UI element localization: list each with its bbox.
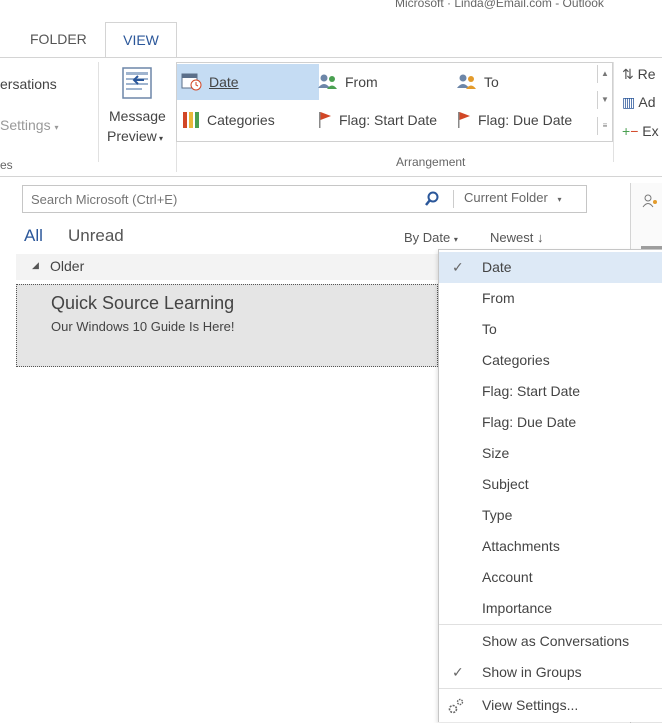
ribbon-divider	[98, 62, 99, 162]
conversation-settings-label: Settings	[0, 117, 51, 133]
filter-all[interactable]: All	[24, 226, 43, 246]
menu-item-size[interactable]: Size	[439, 438, 662, 469]
ribbon-divider	[176, 142, 177, 172]
chevron-down-icon: ▾	[54, 123, 59, 132]
search-icon[interactable]	[424, 191, 440, 207]
expand-collapse-icon: +	[622, 123, 631, 139]
calendar-icon	[181, 73, 202, 91]
arrange-by-menu: ✓ Date From To Categories Flag: Start Da…	[438, 249, 662, 722]
categories-icon	[183, 112, 199, 128]
search-input[interactable]	[29, 189, 413, 209]
expand-collapse-button[interactable]: +− Ex	[622, 123, 659, 139]
add-columns-label: Ad	[638, 94, 656, 110]
search-scope-dropdown[interactable]: Current Folder ▾	[464, 190, 561, 205]
arrangement-gallery: Date From To Categories Flag: Start Date	[176, 62, 613, 142]
arrow-down-icon: ↓	[536, 230, 544, 245]
reverse-sort-button[interactable]: ⇅ Re	[622, 66, 656, 83]
menu-item-view-settings[interactable]: View Settings...	[439, 690, 662, 721]
list-item[interactable]: Quick Source Learning Our Windows 10 Gui…	[16, 284, 438, 367]
expand-collapse-label: Ex	[642, 123, 659, 139]
message-preview-label-1: Message	[109, 108, 166, 124]
menu-item-to[interactable]: To	[439, 314, 662, 345]
arrangement-from[interactable]: From	[313, 64, 382, 100]
mail-subject: Our Windows 10 Guide Is Here!	[51, 319, 235, 334]
chevron-down-icon: ▾	[557, 195, 562, 204]
message-preview-icon	[122, 67, 152, 99]
chevron-down-icon: ▾	[156, 134, 164, 143]
arrangement-flag-due-label: Flag: Due Date	[478, 112, 573, 128]
menu-item-show-as-conversations[interactable]: Show as Conversations	[439, 626, 662, 657]
arrange-by-label: By Date	[404, 230, 451, 245]
arrangement-date[interactable]: Date	[177, 64, 319, 100]
menu-item-categories[interactable]: Categories	[439, 345, 662, 376]
menu-item-importance[interactable]: Importance	[439, 593, 662, 624]
menu-item-flag-start-date[interactable]: Flag: Start Date	[439, 376, 662, 407]
arrangement-to-label: To	[484, 74, 499, 90]
collapse-triangle-icon[interactable]: ◢	[32, 260, 39, 271]
tab-folder[interactable]: FOLDER	[16, 22, 101, 57]
sort-order-button[interactable]: Newest ↓	[490, 230, 543, 245]
gallery-scroll-up[interactable]: ▲	[597, 65, 612, 83]
checkmark-icon: ✓	[452, 259, 464, 275]
menu-separator	[439, 688, 662, 689]
settings-icon	[448, 698, 464, 714]
group-header-label: Older	[50, 258, 85, 274]
arrange-by-dropdown[interactable]: By Date ▾	[404, 230, 458, 245]
menu-item-account[interactable]: Account	[439, 562, 662, 593]
menu-item-date[interactable]: ✓ Date	[439, 252, 662, 283]
conversation-settings-button[interactable]: Settings ▾	[0, 117, 59, 133]
menu-item-subject[interactable]: Subject	[439, 469, 662, 500]
message-preview-button[interactable]: Message Preview ▾	[105, 62, 175, 158]
checkmark-icon: ✓	[452, 664, 464, 680]
filter-unread[interactable]: Unread	[68, 226, 124, 246]
arrangement-flag-due-date[interactable]: Flag: Due Date	[452, 102, 576, 138]
search-scope-label: Current Folder	[464, 190, 548, 205]
reverse-sort-label: Re	[637, 66, 656, 82]
gallery-scroll-down[interactable]: ▼	[597, 91, 612, 109]
columns-icon: ▥	[622, 94, 636, 110]
group-label-arrangement: Arrangement	[396, 155, 466, 169]
arrangement-from-label: From	[345, 74, 378, 90]
sort-order-label: Newest	[490, 230, 534, 245]
search-divider	[453, 190, 454, 208]
flag-icon	[319, 112, 331, 128]
people-icon	[318, 74, 337, 89]
menu-item-show-in-groups[interactable]: ✓ Show in Groups	[439, 657, 662, 688]
conversations-button[interactable]: ersations	[0, 76, 57, 92]
sort-arrows-icon: ⇅	[622, 66, 634, 82]
group-label-conversations: es	[0, 158, 13, 172]
gallery-expand[interactable]: ≡	[597, 117, 612, 135]
search-box: Current Folder ▾	[22, 185, 587, 213]
arrangement-date-label: Date	[209, 74, 239, 90]
add-columns-button[interactable]: ▥ Ad	[622, 94, 655, 111]
tab-view[interactable]: VIEW	[105, 22, 177, 58]
people-icon	[457, 74, 476, 89]
flag-icon	[458, 112, 470, 128]
message-preview-label-2: Preview ▾	[107, 128, 164, 144]
menu-item-attachments[interactable]: Attachments	[439, 531, 662, 562]
arrangement-categories-label: Categories	[207, 112, 275, 128]
people-icon	[642, 194, 657, 208]
chevron-down-icon: ▾	[453, 235, 458, 244]
menu-item-flag-due-date[interactable]: Flag: Due Date	[439, 407, 662, 438]
arrangement-to[interactable]: To	[452, 64, 503, 100]
arrangement-categories[interactable]: Categories	[177, 102, 279, 138]
menu-item-from[interactable]: From	[439, 283, 662, 314]
arrangement-flag-start-label: Flag: Start Date	[339, 112, 438, 128]
mail-sender: Quick Source Learning	[51, 293, 235, 313]
menu-item-type[interactable]: Type	[439, 500, 662, 531]
menu-separator	[439, 624, 662, 625]
ribbon-divider	[613, 62, 614, 162]
window-title: Microsoft · Linda@Email.com - Outlook	[395, 0, 604, 10]
arrangement-flag-start-date[interactable]: Flag: Start Date	[313, 102, 441, 138]
group-header-older[interactable]: ◢ Older	[16, 254, 438, 280]
